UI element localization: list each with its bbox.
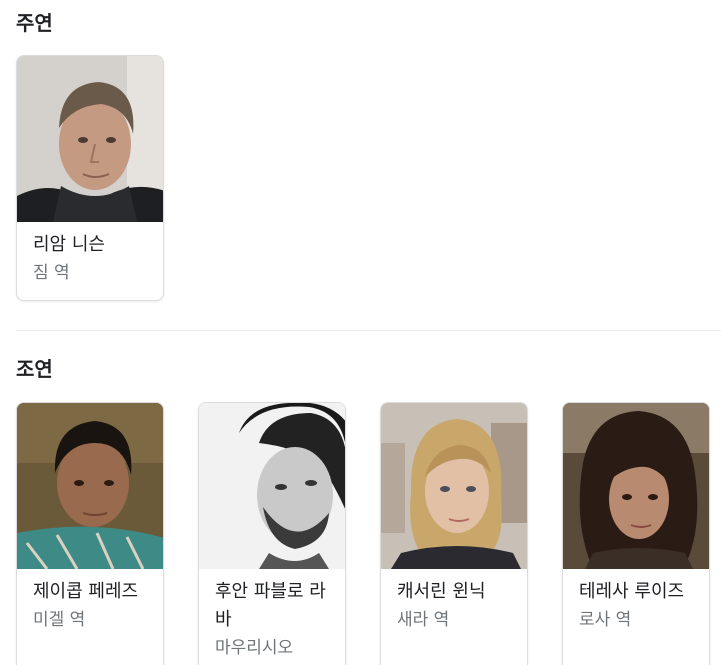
cast-card-juan-pablo-raba[interactable]: 후안 파블로 라바 마우리시오 xyxy=(198,402,346,665)
section-divider xyxy=(16,330,721,331)
character-role: 로사 역 xyxy=(579,610,632,630)
character-role: 새라 역 xyxy=(397,610,450,630)
actor-photo xyxy=(563,403,709,569)
actor-name: 제이콥 페레즈 xyxy=(33,581,139,602)
character-role: 미겔 역 xyxy=(33,610,86,630)
character-role: 마우리시오 xyxy=(215,638,294,658)
cast-card-teresa-ruiz[interactable]: 테레사 루이즈 로사 역 xyxy=(562,402,710,665)
actor-name: 테레사 루이즈 xyxy=(579,581,685,602)
cast-card-jacob-perez[interactable]: 제이콥 페레즈 미겔 역 xyxy=(16,402,164,665)
actor-photo xyxy=(17,56,163,222)
actor-photo xyxy=(199,403,345,569)
cast-card-katheryn-winnick[interactable]: 캐서린 윈닉 새라 역 xyxy=(380,402,528,665)
actor-photo xyxy=(381,403,527,569)
character-role: 짐 역 xyxy=(33,263,70,283)
actor-photo xyxy=(17,403,163,569)
actor-name: 리암 니슨 xyxy=(33,234,105,255)
cast-card-liam-neeson[interactable]: 리암 니슨 짐 역 xyxy=(16,55,164,301)
actor-name: 후안 파블로 라바 xyxy=(215,581,326,630)
section-title-supporting-cast: 조연 xyxy=(16,357,53,381)
section-title-main-cast: 주연 xyxy=(16,11,53,35)
actor-name: 캐서린 윈닉 xyxy=(397,581,486,602)
